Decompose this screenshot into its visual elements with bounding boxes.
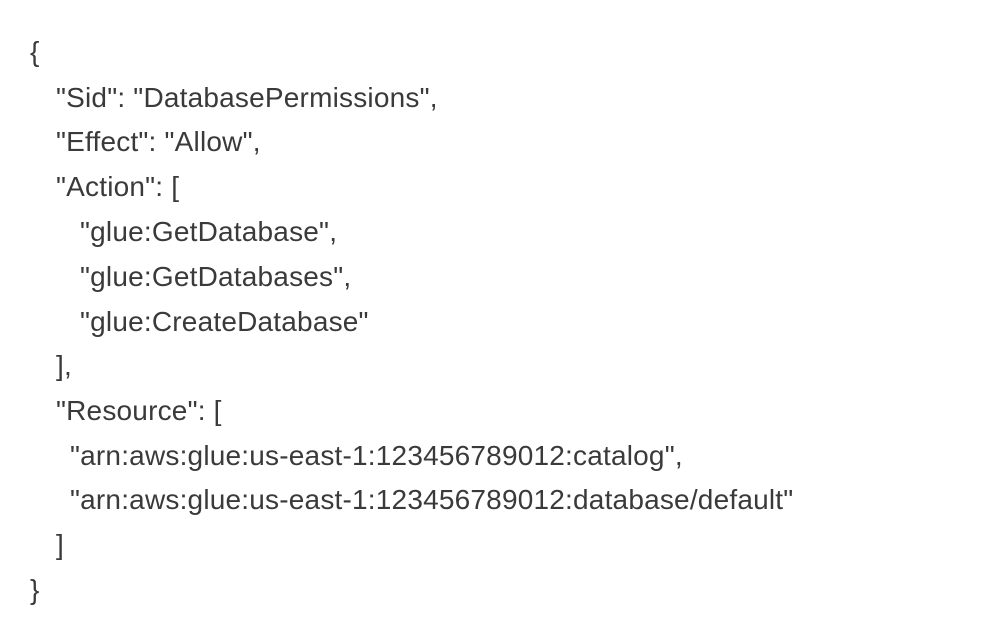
action-item: "glue:CreateDatabase": [80, 306, 369, 337]
action-open-line: "Action": [: [56, 171, 180, 202]
close-brace: }: [30, 574, 40, 605]
effect-line: "Effect": "Allow",: [56, 126, 261, 157]
json-policy-document: { "Sid": "DatabasePermissions", "Effect"…: [0, 0, 996, 636]
action-close-line: ],: [56, 350, 72, 381]
action-item: "glue:GetDatabase",: [80, 216, 338, 247]
open-brace: {: [30, 36, 40, 67]
resource-open-line: "Resource": [: [56, 395, 222, 426]
sid-line: "Sid": "DatabasePermissions",: [56, 82, 438, 113]
resource-item: "arn:aws:glue:us-east-1:123456789012:dat…: [70, 484, 794, 515]
resource-close-line: ]: [56, 529, 64, 560]
resource-item: "arn:aws:glue:us-east-1:123456789012:cat…: [70, 440, 683, 471]
action-item: "glue:GetDatabases",: [80, 261, 352, 292]
